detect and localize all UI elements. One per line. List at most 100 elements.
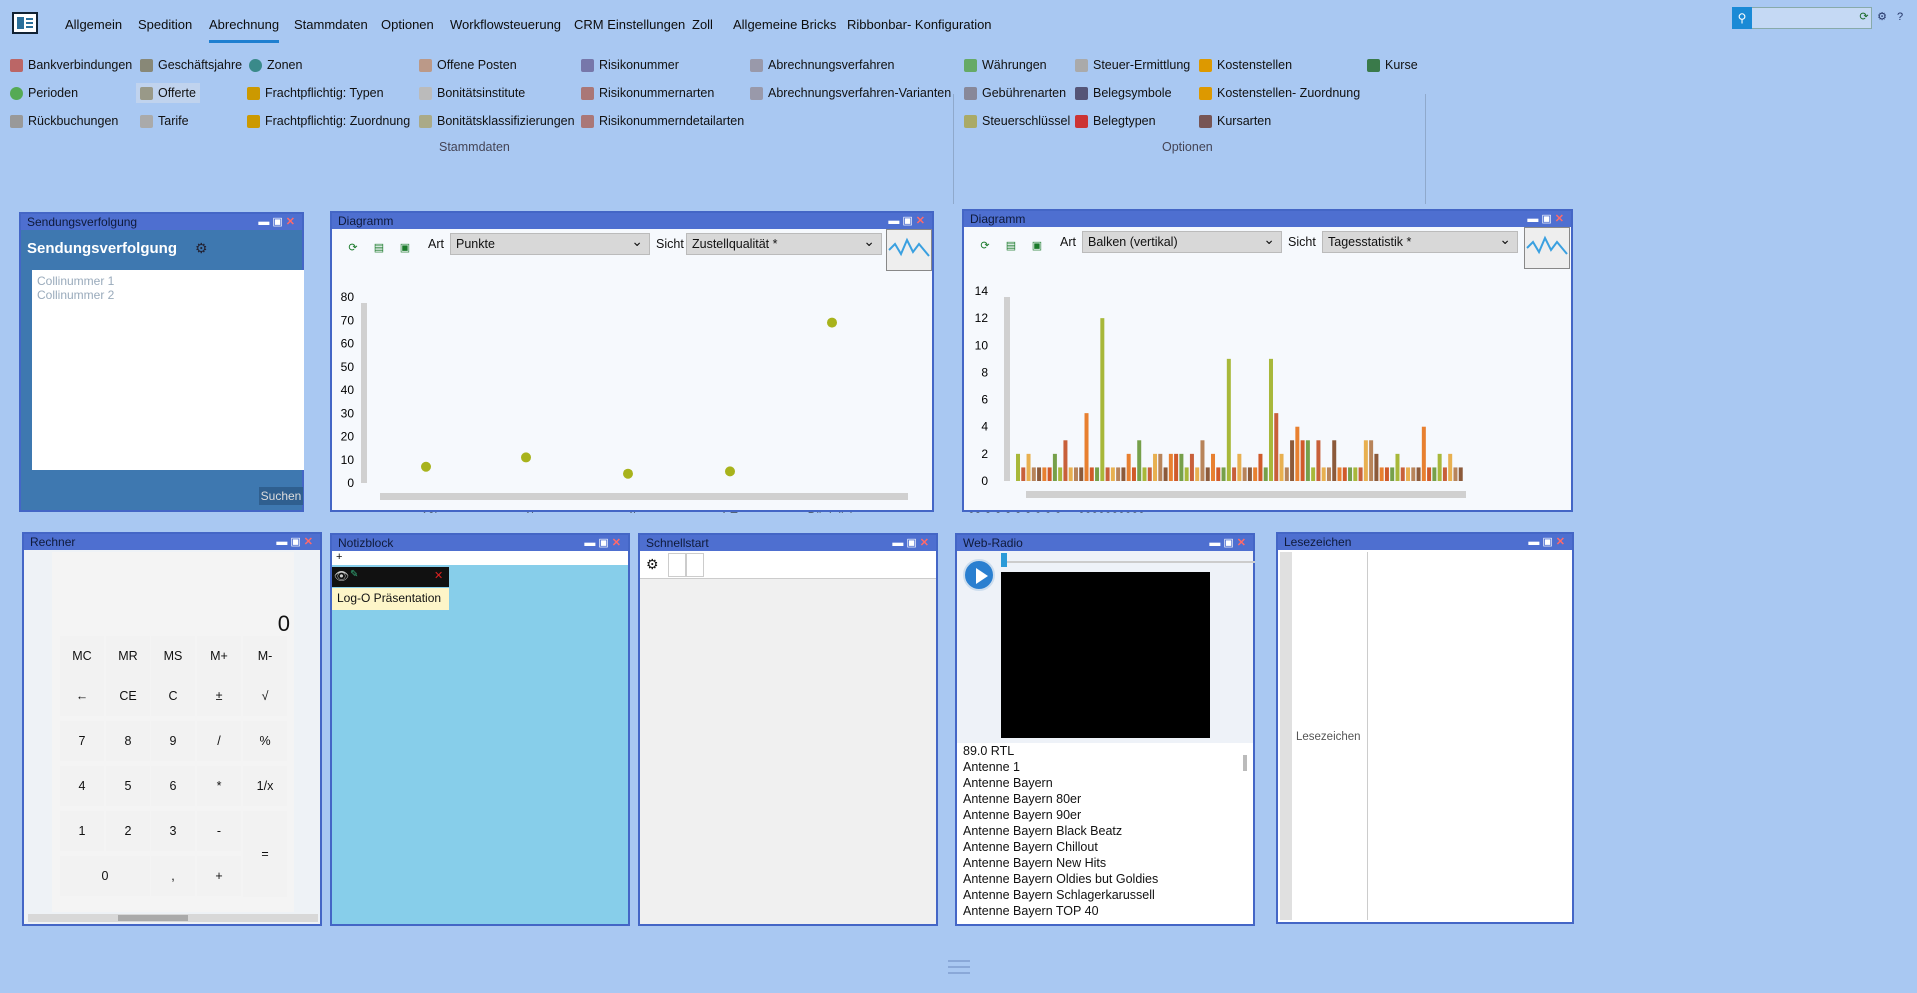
ribbon-frachtpflichtig-zuordnung[interactable]: Frachtpflichtig: Zuordnung — [247, 114, 410, 128]
calc-key[interactable]: 7 — [60, 721, 104, 761]
ribbon-offene-posten[interactable]: Offene Posten — [419, 58, 517, 72]
quickstart-slot[interactable] — [686, 553, 704, 577]
calc-key[interactable]: 1 — [60, 811, 104, 851]
station-item[interactable]: Antenne Bayern Chillout — [957, 839, 1253, 855]
ribbon-offerte[interactable]: Offerte — [136, 83, 200, 103]
note-item[interactable]: Log-O Präsentation — [332, 588, 449, 610]
ribbon-perioden[interactable]: Perioden — [10, 86, 78, 100]
calc-key[interactable]: ← — [60, 676, 104, 716]
ribbon-rueckbuchungen[interactable]: Rückbuchungen — [10, 114, 118, 128]
calc-key[interactable]: = — [243, 811, 287, 897]
tracking-input[interactable]: Collinummer 1 Collinummer 2 — [32, 270, 304, 470]
ribbon-kurse[interactable]: Kurse — [1367, 58, 1418, 72]
window-controls[interactable]: ▬▣✕ — [584, 535, 624, 551]
calc-key[interactable]: 5 — [106, 766, 150, 806]
calc-key[interactable]: 4 — [60, 766, 104, 806]
calc-key[interactable]: 1/x — [243, 766, 287, 806]
calc-key[interactable]: * — [197, 766, 241, 806]
station-item[interactable]: 89.0 RTL — [957, 743, 1253, 759]
calc-key[interactable]: MS — [151, 636, 195, 676]
ribbon-gebuehrenarten[interactable]: Gebührenarten — [964, 86, 1066, 100]
tab-abrechnung[interactable]: Abrechnung — [209, 17, 280, 43]
sicht-select[interactable]: Tagesstatistik * — [1322, 229, 1518, 253]
tab-stammdaten[interactable]: Stammdaten — [294, 17, 368, 32]
ribbon-abrechnungsverfahren[interactable]: Abrechnungsverfahren — [750, 58, 894, 72]
station-item[interactable]: Antenne Bayern Schlagerkarussell — [957, 887, 1253, 903]
calc-key[interactable]: 8 — [106, 721, 150, 761]
window-controls[interactable]: ▬▣✕ — [276, 534, 316, 550]
calc-key[interactable]: - — [197, 811, 241, 851]
search-input[interactable] — [1732, 7, 1872, 29]
station-item[interactable]: Antenne Bayern Black Beatz — [957, 823, 1253, 839]
art-select[interactable]: Balken (vertikal) — [1082, 229, 1282, 253]
app-logo-icon[interactable] — [12, 12, 38, 34]
ribbon-steuerschluessel[interactable]: Steuerschlüssel — [964, 114, 1070, 128]
tab-spedition[interactable]: Spedition — [138, 17, 192, 32]
calc-key[interactable]: MR — [106, 636, 150, 676]
ribbon-frachtpflichtig-typen[interactable]: Frachtpflichtig: Typen — [247, 86, 384, 100]
ribbon-belegsymbole[interactable]: Belegsymbole — [1075, 86, 1172, 100]
tab-optionen[interactable]: Optionen — [381, 17, 434, 32]
ribbon-steuer-ermittlung[interactable]: Steuer-Ermittlung — [1075, 58, 1190, 72]
help-icon[interactable]: ? — [1893, 10, 1907, 24]
calc-key[interactable]: 0 — [60, 856, 150, 896]
calc-key[interactable]: 9 — [151, 721, 195, 761]
window-titlebar[interactable]: Rechner ▬▣✕ — [24, 534, 320, 550]
ribbon-risikonummernarten[interactable]: Risikonummernarten — [581, 86, 714, 100]
window-titlebar[interactable]: Sendungsverfolgung ▬▣✕ — [21, 214, 302, 230]
calc-key[interactable]: M- — [243, 636, 287, 676]
station-item[interactable]: Antenne Bayern Oldies but Goldies — [957, 871, 1253, 887]
sicht-select[interactable]: Zustellqualität * — [686, 231, 882, 255]
quickstart-slot[interactable] — [668, 553, 686, 577]
edit-icon[interactable]: ✎ — [350, 569, 358, 580]
volume-slider[interactable] — [1001, 553, 1255, 567]
station-item[interactable]: Antenne Bayern New Hits — [957, 855, 1253, 871]
add-note-button[interactable]: + — [332, 551, 628, 565]
settings-icon[interactable]: ⚙ — [195, 240, 208, 257]
calc-key[interactable]: 6 — [151, 766, 195, 806]
station-item[interactable]: Antenne Bayern — [957, 775, 1253, 791]
refresh-icon[interactable]: ⟳ — [1857, 10, 1871, 24]
window-controls[interactable]: ▬▣✕ — [1528, 534, 1568, 550]
horizontal-scrollbar[interactable] — [28, 914, 318, 922]
drag-handle-icon[interactable] — [948, 960, 970, 962]
calc-key[interactable]: 2 — [106, 811, 150, 851]
station-item[interactable]: Antenne Bayern 90er — [957, 807, 1253, 823]
tab-ribbonbar-konfiguration[interactable]: Ribbonbar- Konfiguration — [847, 17, 992, 32]
search-button[interactable]: Suchen — [259, 487, 303, 505]
calc-key[interactable]: MC — [60, 636, 104, 676]
window-controls[interactable]: ▬▣✕ — [892, 535, 932, 551]
window-titlebar[interactable]: Notizblock ▬▣✕ — [332, 535, 628, 551]
ribbon-risikonummer[interactable]: Risikonummer — [581, 58, 679, 72]
ribbon-kostenstellen[interactable]: Kostenstellen — [1199, 58, 1292, 72]
window-controls[interactable]: ▬▣✕ — [258, 214, 298, 230]
ribbon-kursarten[interactable]: Kursarten — [1199, 114, 1271, 128]
calc-key[interactable]: 3 — [151, 811, 195, 851]
art-select[interactable]: Punkte — [450, 231, 650, 255]
calc-key[interactable]: % — [243, 721, 287, 761]
station-item[interactable]: Antenne 1 — [957, 759, 1253, 775]
calc-key[interactable]: + — [197, 856, 241, 896]
ribbon-bankverbindungen[interactable]: Bankverbindungen — [10, 58, 132, 72]
eye-icon[interactable]: 👁 — [334, 569, 349, 583]
window-titlebar[interactable]: Web-Radio ▬▣✕ — [957, 535, 1253, 551]
ribbon-zonen[interactable]: Zonen — [249, 58, 302, 72]
ribbon-bonitaetsinstitute[interactable]: Bonitätsinstitute — [419, 86, 525, 100]
window-controls[interactable]: ▬▣✕ — [1527, 211, 1567, 227]
ribbon-belegtypen[interactable]: Belegtypen — [1075, 114, 1156, 128]
window-titlebar[interactable]: Schnellstart ▬▣✕ — [640, 535, 936, 551]
window-controls[interactable]: ▬▣✕ — [888, 213, 928, 229]
calc-key[interactable]: ± — [197, 676, 241, 716]
station-item[interactable]: Antenne Bayern TOP 40 — [957, 903, 1253, 919]
ribbon-risikonummerndetailarten[interactable]: Risikonummerndetailarten — [581, 114, 744, 128]
play-icon[interactable] — [963, 559, 995, 591]
settings-icon[interactable]: ⚙ — [1875, 10, 1889, 24]
settings-icon[interactable]: ⚙ — [646, 556, 659, 573]
tab-workflowsteuerung[interactable]: Workflowsteuerung — [450, 17, 561, 32]
list-scrollbar[interactable] — [1243, 755, 1247, 771]
window-titlebar[interactable]: Diagramm ▬▣✕ — [964, 211, 1571, 227]
ribbon-abrechnungsverfahren-varianten[interactable]: Abrechnungsverfahren-Varianten — [750, 86, 951, 100]
window-titlebar[interactable]: Lesezeichen ▬▣✕ — [1278, 534, 1572, 550]
station-item[interactable]: Antenne Bayern 80er — [957, 791, 1253, 807]
ribbon-waehrungen[interactable]: Währungen — [964, 58, 1047, 72]
